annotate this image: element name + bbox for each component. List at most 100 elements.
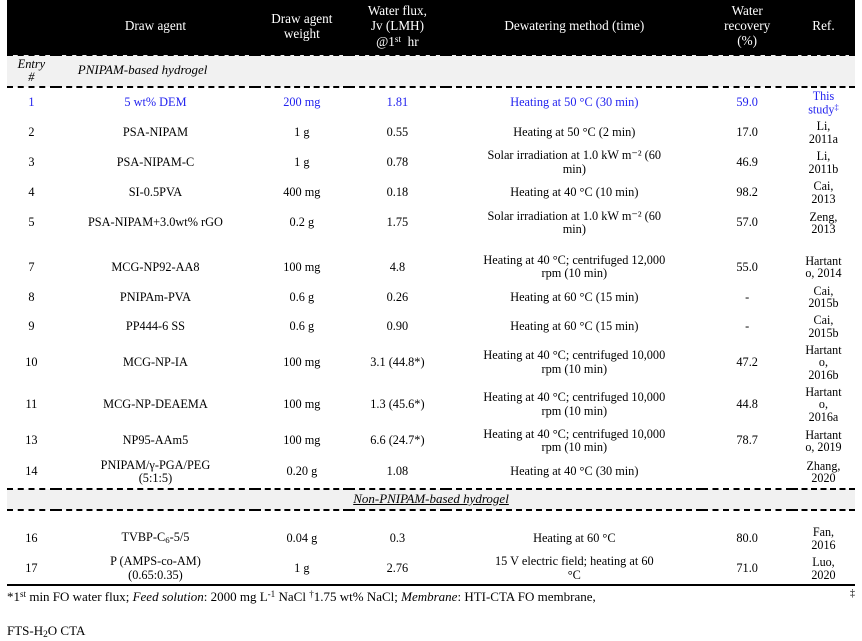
cell-draw-agent-wrap: MCG-NP-IA bbox=[56, 342, 255, 384]
cell-dewatering-method-text: Heating at 40 °C (10 min) bbox=[510, 185, 639, 200]
entry-hash-line2: # bbox=[28, 69, 35, 84]
table-row: 11 MCG-NP-DEAEMA 100 mg 1.3 (45.6*) Heating … bbox=[7, 384, 855, 426]
header-label-line2: weight bbox=[283, 25, 320, 41]
cell-dewatering-method-text-line2: °C bbox=[567, 567, 581, 582]
header-label: Ref. bbox=[812, 18, 835, 34]
header-row: Draw agent Draw agent weight Water flux,… bbox=[7, 0, 855, 56]
cell-draw-agent: TVBP-C6-5/5 bbox=[121, 530, 190, 546]
cell-entry-number: 10 bbox=[25, 354, 38, 369]
cell-entry-number: 2 bbox=[28, 124, 35, 139]
cell-dewatering-method-text-line2: rpm (10 min) bbox=[541, 266, 608, 281]
cell-dewatering-method-text-line2: min) bbox=[562, 161, 586, 176]
cell-ref: Li, 2011a bbox=[792, 118, 855, 147]
cell-ref: Cai, 2013 bbox=[792, 178, 855, 207]
cell-ref-line2: o, 2014 bbox=[805, 266, 842, 281]
footnote-end-dagger: ‡ bbox=[850, 588, 855, 600]
cell-water-recovery: 47.2 bbox=[736, 354, 758, 369]
cell-ref-line2: 2016 bbox=[811, 537, 836, 552]
header-label-line2: Jv (LMH) bbox=[370, 17, 424, 33]
cell-dewatering-method: Heating at 40 °C; centrifuged 12,000 rpm … bbox=[446, 252, 702, 283]
header-label-line3: (%) bbox=[737, 33, 758, 48]
cell-dewatering-method-text-line1: Heating at 40 °C; centrifuged 10,000 bbox=[483, 348, 666, 363]
spacer-cell bbox=[7, 239, 855, 252]
cell-draw-agent: MCG-NP92-AA8 bbox=[111, 259, 200, 274]
cell-water-recovery: 80.0 bbox=[736, 530, 758, 545]
cell-draw-agent-weight: 0.6 g bbox=[289, 289, 315, 304]
cell-dewatering-method-text-line2: min) bbox=[562, 222, 586, 237]
cell-draw-agent-weight: 0.20 g bbox=[286, 464, 318, 479]
cell-water-recovery: 59.0 bbox=[736, 95, 758, 110]
cell-entry-number: 8 bbox=[28, 289, 35, 304]
cell-draw-agent: PSA-NIPAM bbox=[122, 124, 189, 139]
cell-dewatering-method: Heating at 40 °C (30 min) bbox=[446, 457, 702, 489]
cell-dewatering-method-text: Heating at 50 °C (2 min) bbox=[513, 124, 636, 139]
cell-draw-agent-weight: 100 mg bbox=[283, 433, 321, 448]
footnote-star: *1 bbox=[7, 589, 20, 605]
cell-ref: Cai, 2015b bbox=[792, 312, 855, 341]
footnote-feed-label: Feed solution bbox=[132, 589, 204, 605]
section-label-non-pnipam: Non-PNIPAM-based hydrogel bbox=[7, 487, 855, 512]
cell-dewatering-method-text-line1: Solar irradiation at 1.0 kW m⁻² (60 bbox=[487, 208, 662, 223]
cell-draw-agent-wrap: TVBP-C6-5/5 bbox=[56, 524, 255, 553]
cell-dewatering-method-text-line1: Heating at 40 °C; centrifuged 10,000 bbox=[483, 390, 666, 405]
cell-dewatering-method-text: Heating at 60 °C bbox=[533, 530, 616, 545]
cell-entry-number: 17 bbox=[25, 561, 38, 576]
cell-entry-number: 5 bbox=[28, 215, 35, 230]
cell-draw-agent-wrap: MCG-NP-DEAEMA bbox=[56, 384, 255, 426]
cell-entry-number: 9 bbox=[28, 319, 35, 334]
cell-water-flux: 0.90 bbox=[386, 319, 409, 334]
footnote-line-2: FTS-H2O CTA bbox=[7, 606, 855, 641]
cell-water-recovery: 98.2 bbox=[736, 185, 758, 200]
cell-draw-agent: NP95-AAm5 bbox=[122, 433, 189, 448]
spacer-row bbox=[7, 239, 855, 252]
cell-draw-agent-wrap: 5 wt% DEM bbox=[56, 87, 255, 118]
header-label-line2: recovery bbox=[724, 18, 771, 34]
header-label: Dewatering method (time) bbox=[504, 18, 645, 34]
cell-draw-agent-weight: 400 mg bbox=[283, 185, 321, 200]
cell-water-flux: 0.26 bbox=[386, 289, 409, 304]
table-row: 14 PNIPAM/γ-PGA/PEG (5:1:5) 0.20 g 1.08 Heati… bbox=[7, 457, 855, 489]
cell-entry-number: 13 bbox=[25, 433, 38, 448]
spacer-row bbox=[7, 510, 855, 524]
table-footnote: *1st min FO water flux; Feed solution: 2… bbox=[7, 586, 855, 641]
cell-ref-line2: 2020 bbox=[811, 567, 836, 582]
cell-draw-agent: SI-0.5PVA bbox=[128, 185, 183, 200]
cell-dewatering-method-text-line1: Solar irradiation at 1.0 kW m⁻² (60 bbox=[487, 148, 662, 163]
cell-dewatering-method-text-line1: Heating at 40 °C; centrifuged 12,000 bbox=[483, 252, 666, 267]
cell-ref: Fan, 2016 bbox=[792, 524, 855, 553]
cell-dewatering-method-text-line1: 15 V electric field; heating at 60 bbox=[494, 554, 654, 569]
cell-draw-agent-weight: 100 mg bbox=[283, 354, 321, 369]
comparison-table: Draw agent Draw agent weight Water flux,… bbox=[7, 0, 855, 584]
cell-ref: Zeng, 2013 bbox=[792, 208, 855, 239]
cell-draw-agent: PNIPAm-PVA bbox=[119, 289, 191, 304]
cell-draw-agent-weight: 1 g bbox=[294, 561, 310, 576]
cell-ref-line1: This bbox=[812, 89, 835, 104]
cell-water-flux: 0.18 bbox=[386, 185, 409, 200]
cell-entry-number: 14 bbox=[25, 464, 38, 479]
header-label-line1: Draw agent bbox=[271, 10, 333, 26]
cell-draw-agent-wrap: PNIPAm-PVA bbox=[56, 283, 255, 312]
cell-ref-line2: 2013 bbox=[811, 222, 836, 237]
cell-dewatering-method-text-line2: rpm (10 min) bbox=[541, 440, 608, 455]
cell-draw-agent: PSA-NIPAM-C bbox=[116, 155, 195, 170]
cell-water-flux: 1.75 bbox=[386, 215, 409, 230]
cell-draw-agent-wrap: SI-0.5PVA bbox=[56, 178, 255, 207]
cell-draw-agent-weight: 0.04 g bbox=[286, 530, 318, 545]
header-label-line1: Water flux, bbox=[367, 3, 427, 18]
cell-ref: Luo, 2020 bbox=[792, 553, 855, 584]
cell-draw-agent-wrap: PNIPAM/γ-PGA/PEG (5:1:5) bbox=[56, 457, 255, 489]
cell-ref-line2: o, 2019 bbox=[805, 440, 842, 455]
column-header-dewatering-method: Dewatering method (time) bbox=[446, 0, 703, 56]
cell-water-flux: 4.8 bbox=[389, 259, 406, 274]
cell-draw-agent-weight: 0.6 g bbox=[289, 319, 315, 334]
cell-dewatering-method: Solar irradiation at 1.0 kW m⁻² (60 min) bbox=[446, 208, 702, 239]
column-header-draw-agent-weight: Draw agent weight bbox=[255, 0, 349, 56]
cell-draw-agent-wrap: PSA-NIPAM-C bbox=[56, 147, 255, 178]
cell-water-recovery: 78.7 bbox=[736, 433, 758, 448]
cell-draw-agent-weight: 1 g bbox=[294, 155, 310, 170]
table-row: 10 MCG-NP-IA 100 mg 3.1 (44.8*) Heating at 4… bbox=[7, 342, 855, 384]
cell-entry-number: 7 bbox=[28, 259, 35, 274]
footnote-line2-tail: O CTA bbox=[47, 622, 86, 638]
table-page: Draw agent Draw agent weight Water flux,… bbox=[0, 0, 862, 640]
cell-draw-agent-weight: 100 mg bbox=[283, 396, 321, 411]
